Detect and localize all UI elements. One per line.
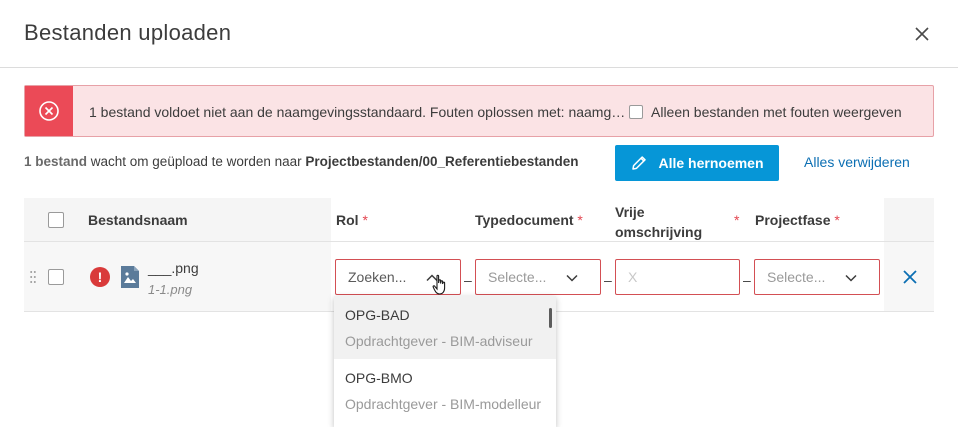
rename-all-button[interactable]: Alle hernoemen (615, 145, 779, 181)
file-name: ___.png (148, 260, 199, 276)
drag-handle-icon[interactable] (30, 270, 36, 284)
typedocument-select[interactable]: Selecte... (475, 259, 601, 295)
projectfase-select[interactable]: Selecte... (754, 259, 880, 295)
only-errors-label[interactable]: Alleen bestanden met fouten weergeven (651, 104, 902, 120)
original-file-name: 1-1.png (148, 282, 193, 297)
header-projectfase: Projectfase * (755, 212, 840, 228)
separator: – (464, 272, 472, 288)
error-alert: 1 bestand voldoet niet aan de naamgeving… (24, 85, 934, 137)
dropdown-option[interactable]: OPG-BAD Opdrachtgever - BIM-adviseur (334, 296, 556, 359)
separator: – (743, 272, 751, 288)
option-code: OPG-BMO (345, 370, 413, 386)
dropdown-scrollbar[interactable] (549, 308, 552, 328)
rol-dropdown[interactable]: OPG-BAD Opdrachtgever - BIM-adviseur OPG… (334, 296, 556, 427)
option-description: Opdrachtgever - BIM-adviseur (345, 333, 533, 349)
pencil-icon (632, 156, 647, 170)
delete-all-link[interactable]: Alles verwijderen (804, 154, 910, 170)
error-circle-x-icon (25, 86, 73, 136)
file-count: 1 bestand (24, 154, 88, 169)
header-typedocument: Typedocument * (475, 212, 583, 228)
dialog-header: Bestanden uploaden (0, 0, 958, 68)
header-rol: Rol * (336, 212, 368, 228)
table-header: Bestandsnaam Rol * Typedocument * Vrije … (24, 198, 934, 242)
header-vrije-required: * (734, 212, 740, 228)
error-icon: ! (90, 267, 110, 287)
chevron-down-icon (566, 274, 578, 282)
option-description: Opdrachtgever - BIM-modelleur (345, 396, 542, 412)
vrije-omschrijving-input[interactable]: X (615, 259, 740, 295)
header-vrije-omschrijving: Vrije omschrijving (615, 204, 703, 240)
dropdown-option[interactable]: OPG-BMO Opdrachtgever - BIM-modelleur (334, 359, 556, 422)
close-icon[interactable] (910, 22, 934, 46)
dialog-title: Bestanden uploaden (24, 20, 232, 45)
image-file-icon (120, 265, 140, 289)
only-errors-checkbox[interactable] (629, 105, 643, 119)
chevron-down-icon (845, 274, 857, 282)
alert-message: 1 bestand voldoet niet aan de naamgeving… (89, 104, 629, 120)
hand-cursor-icon (432, 274, 446, 295)
select-all-checkbox[interactable] (48, 212, 64, 228)
rol-search-input[interactable]: Zoeken... (335, 259, 461, 295)
info-text: wacht om geüpload te worden naar (87, 154, 306, 169)
row-checkbox[interactable] (48, 269, 64, 285)
upload-info: 1 bestand wacht om geüpload te worden na… (24, 154, 596, 169)
header-filename[interactable]: Bestandsnaam (88, 212, 188, 228)
remove-row-icon[interactable] (900, 267, 920, 287)
option-code: OPG-BAD (345, 307, 410, 323)
target-folder: Projectbestanden/00_Referentiebestanden (305, 154, 579, 169)
rename-all-label: Alle hernoemen (658, 155, 764, 171)
separator: – (604, 272, 612, 288)
